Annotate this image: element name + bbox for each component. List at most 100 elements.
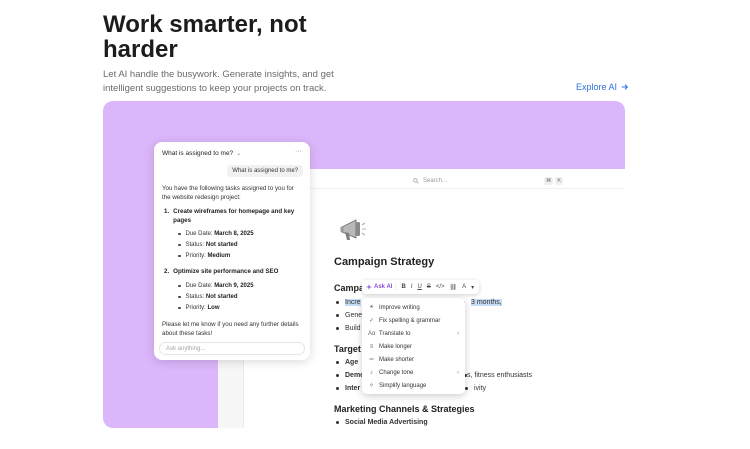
task-detail: Status: Not started — [178, 294, 238, 300]
bullet-rest: ivity — [474, 385, 487, 392]
arrow-right-icon — [621, 84, 629, 90]
sparkle-icon — [366, 284, 372, 290]
detail-label: Status: — [185, 242, 205, 248]
menu-item-fix-spelling[interactable]: ✓ Fix spelling & grammar — [362, 314, 465, 327]
detail-label: Due Date: — [185, 283, 213, 289]
chevron-down-icon[interactable]: ▾ — [471, 284, 474, 291]
page-subtext: Let AI handle the busywork. Generate ins… — [103, 69, 334, 94]
menu-item-label: Make longer — [379, 343, 413, 350]
detail-value: March 8, 2025 — [214, 231, 254, 237]
user-message: What is assigned to me? — [227, 165, 303, 177]
sparkle-icon: ✧ — [368, 383, 375, 389]
section-heading-campaign: Campa — [334, 283, 365, 293]
task-title: 1. Create wireframes for homepage and ke… — [164, 207, 304, 225]
bullet-text-start: Gene — [345, 312, 363, 319]
chat-input-placeholder: Ask anything... — [166, 345, 206, 352]
search-icon — [413, 178, 419, 184]
list-item: Social Media Advertising — [336, 419, 428, 426]
wand-icon: ⚹ — [369, 304, 374, 310]
bullet-bold: Age — [345, 359, 359, 366]
more-icon[interactable]: ··· — [295, 148, 302, 155]
cmd-key: ⌘ — [543, 177, 554, 185]
ai-chat-panel: What is assigned to me? ⌄ ··· What is as… — [154, 142, 310, 360]
chat-header-title: What is assigned to me? — [162, 150, 234, 157]
menu-item-simplify-language[interactable]: ✧ Simplify language — [362, 379, 465, 392]
search-bar[interactable]: Search... ⌘ K — [413, 174, 563, 188]
list-item: Incre — [336, 299, 361, 306]
ask-ai-label: Ask AI — [374, 284, 393, 290]
menu-item-change-tone[interactable]: ♪ Change tone › — [362, 366, 465, 379]
explore-ai-label: Explore AI — [576, 82, 618, 92]
bullet-rest: s, fitness enthusiasts — [467, 372, 532, 379]
task-name: Create wireframes for homepage and key p… — [173, 208, 295, 224]
list-item-tail: s, fitness enthusiasts — [464, 372, 532, 379]
menu-item-make-shorter[interactable]: ═ Make shorter — [362, 353, 465, 366]
task-detail: Priority: Low — [178, 305, 220, 311]
bullet-text-start: Build — [345, 325, 361, 332]
task-detail: Status: Not started — [178, 242, 238, 248]
menu-item-translate[interactable]: Aα Translate to › — [362, 327, 465, 340]
task-detail: Due Date: March 9, 2025 — [178, 283, 254, 289]
menu-item-label: Make shorter — [379, 356, 415, 363]
assistant-intro: You have the following tasks assigned to… — [162, 185, 294, 201]
mic-icon: ♪ — [370, 369, 373, 376]
megaphone-icon — [340, 219, 366, 240]
menu-item-label: Change tone — [379, 369, 414, 376]
list-item-tail: 3 months, — [462, 299, 502, 306]
search-shortcut: ⌘ K — [543, 177, 563, 185]
list-item-tail: ivity — [465, 385, 486, 392]
chat-header[interactable]: What is assigned to me? ⌄ — [162, 150, 241, 157]
task-name: Optimize site performance and SEO — [173, 268, 279, 275]
link-button[interactable]: ⛓ — [450, 284, 458, 291]
lines-shorter-icon: ═ — [369, 356, 374, 363]
menu-item-make-longer[interactable]: ≡ Make longer — [362, 340, 465, 353]
translate-icon: Aα — [368, 330, 376, 337]
format-toolbar: Ask AI B I U S </> ⛓ A ▾ — [362, 280, 479, 294]
menu-item-label: Translate to — [379, 330, 411, 337]
list-item: Age — [336, 359, 358, 366]
menu-item-label: Fix spelling & grammar — [379, 317, 441, 324]
menu-item-label: Simplify language — [379, 382, 427, 389]
bullet-bold: Inter — [345, 385, 361, 392]
k-key: K — [555, 177, 563, 185]
detail-value: Low — [207, 305, 220, 311]
task-number: 2. — [164, 268, 170, 275]
underline-button[interactable]: U — [417, 284, 421, 290]
bullet-text-end: 3 months, — [471, 299, 502, 306]
task-title: 2. Optimize site performance and SEO — [164, 267, 304, 276]
task-detail: Priority: Medium — [178, 253, 231, 259]
menu-item-label: Improve writing — [379, 304, 420, 311]
page-headline: Work smarter, not harder — [103, 11, 307, 63]
menu-item-improve-writing[interactable]: ⚹ Improve writing — [362, 301, 465, 314]
detail-label: Status: — [185, 294, 205, 300]
chevron-down-icon: ⌄ — [236, 151, 242, 157]
chevron-right-icon: › — [457, 330, 459, 337]
text-color-button[interactable]: A — [462, 284, 466, 290]
task-detail: Due Date: March 8, 2025 — [178, 231, 254, 237]
italic-button[interactable]: I — [411, 284, 413, 290]
strikethrough-button[interactable]: S — [427, 284, 431, 290]
list-item: Build — [336, 325, 361, 332]
chevron-right-icon: › — [457, 369, 459, 376]
chat-input[interactable]: Ask anything... — [159, 342, 305, 355]
assistant-outro: Please let me know if you need any furth… — [162, 321, 299, 337]
detail-value: Medium — [207, 253, 231, 259]
list-item: Gene — [336, 312, 362, 319]
section-heading-marketing: Marketing Channels & Strategies — [334, 404, 475, 414]
detail-value: Not started — [205, 294, 238, 300]
bullet-text-start: Incre — [345, 299, 361, 306]
section-heading-target: Target — [334, 344, 361, 354]
bold-button[interactable]: B — [401, 284, 405, 290]
lines-longer-icon: ≡ — [369, 343, 374, 350]
search-placeholder: Search... — [423, 178, 448, 184]
ai-actions-menu: ⚹ Improve writing ✓ Fix spelling & gramm… — [362, 298, 465, 394]
list-item: Inter — [336, 385, 360, 392]
doc-title: Campaign Strategy — [334, 256, 435, 268]
detail-label: Priority: — [185, 253, 206, 259]
detail-label: Priority: — [185, 305, 206, 311]
ask-ai-button[interactable]: Ask AI — [366, 284, 397, 290]
code-button[interactable]: </> — [436, 284, 445, 290]
list-item: Demo — [336, 372, 364, 379]
task-number: 1. — [164, 208, 170, 215]
explore-ai-link[interactable]: Explore AI — [576, 82, 629, 92]
